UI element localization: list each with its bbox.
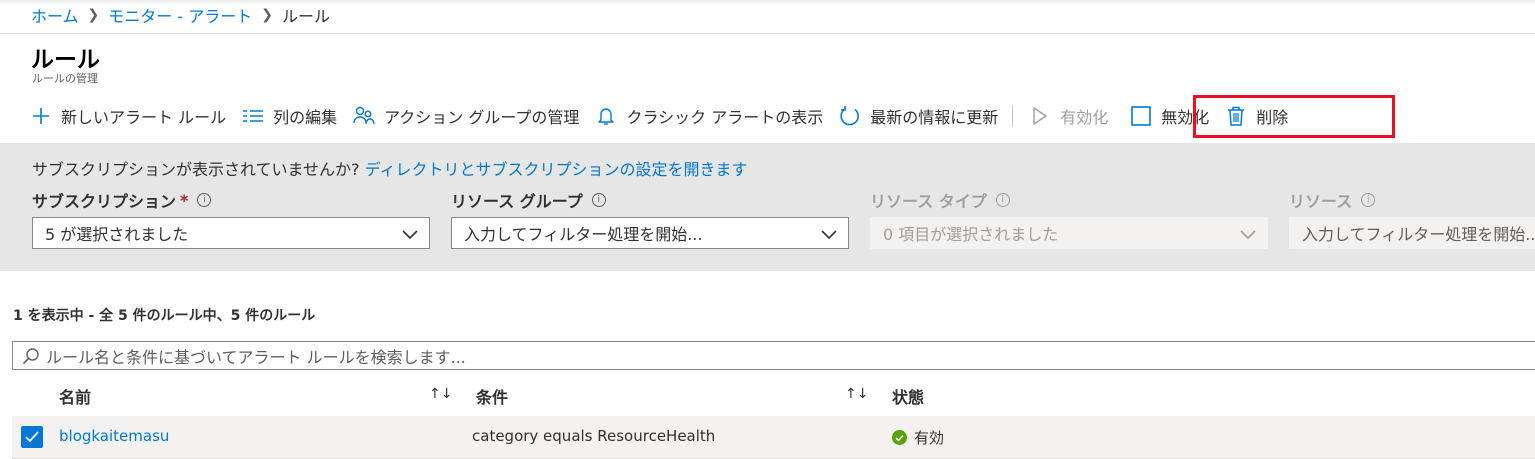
- rule-condition: category equals ResourceHealth: [472, 427, 716, 445]
- resource-group-label-text: リソース グループ: [451, 192, 583, 211]
- check-circle-icon: [892, 430, 907, 445]
- page-subtitle: ルールの管理: [32, 72, 98, 85]
- sort-icon[interactable]: ↑↓: [845, 386, 868, 402]
- resource-dropdown[interactable]: 入力してフィルター処理を開始...: [1289, 217, 1535, 249]
- directory-settings-link[interactable]: ディレクトリとサブスクリプションの設定を開きます: [365, 160, 748, 179]
- resource-group-placeholder: 入力してフィルター処理を開始...: [464, 225, 703, 244]
- breadcrumb-alerts-link[interactable]: モニター - アラート: [108, 3, 252, 27]
- info-icon[interactable]: i: [995, 193, 1010, 207]
- rule-status: 有効: [892, 427, 944, 448]
- row-checkbox[interactable]: [21, 426, 43, 448]
- column-header-condition[interactable]: 条件: [476, 384, 508, 408]
- search-placeholder: ルール名と条件に基づいてアラート ルールを検索します...: [46, 347, 466, 367]
- breadcrumb-chevron-icon: ❯: [261, 7, 273, 23]
- chevron-down-icon: [820, 226, 838, 245]
- subscription-dropdown[interactable]: 5 が選択されました: [32, 217, 430, 249]
- breadcrumb-current: ルール: [281, 7, 330, 26]
- page-title: ルール: [31, 47, 100, 73]
- command-bar: 新しいアラート ルール 列の編集 アクション グループの管理 クラシック アラー…: [22, 97, 1296, 135]
- enable-label: 有効化: [1060, 108, 1109, 127]
- refresh-icon: [839, 105, 861, 127]
- chevron-down-icon: [401, 226, 419, 245]
- people-icon: [353, 105, 375, 127]
- resource-placeholder: 入力してフィルター処理を開始...: [1302, 225, 1535, 244]
- play-icon: [1029, 105, 1051, 127]
- column-header-name[interactable]: 名前: [59, 384, 91, 408]
- breadcrumb-home-link[interactable]: ホーム: [31, 3, 79, 27]
- rule-search-input[interactable]: ルール名と条件に基づいてアラート ルールを検索します...: [12, 341, 1535, 370]
- refresh-label: 最新の情報に更新: [870, 108, 999, 127]
- breadcrumb: ホーム ❯ モニター - アラート ❯ ルール: [31, 3, 330, 27]
- resource-label-text: リソース: [1289, 192, 1353, 211]
- new-alert-rule-label: 新しいアラート ルール: [61, 108, 227, 127]
- subscription-filter-label: サブスクリプション * i: [32, 188, 212, 212]
- results-count: 1 を表示中 - 全 5 件のルール中、5 件のルール: [13, 308, 316, 324]
- subscription-notice: サブスクリプションが表示されていませんか? ディレクトリとサブスクリプションの設…: [32, 156, 748, 180]
- sort-icon[interactable]: ↑↓: [429, 386, 452, 402]
- bell-icon: [595, 105, 617, 127]
- manage-action-groups-button[interactable]: アクション グループの管理: [345, 97, 587, 135]
- edit-columns-label: 列の編集: [273, 108, 338, 127]
- toolbar-divider: [1012, 105, 1014, 127]
- rule-name-link[interactable]: blogkaitemasu: [59, 427, 169, 445]
- breadcrumb-chevron-icon: ❯: [87, 7, 100, 23]
- column-header-status[interactable]: 状態: [892, 384, 924, 408]
- resource-type-dropdown-value: 0 項目が選択されました: [883, 225, 1059, 244]
- table-row[interactable]: blogkaitemasu category equals ResourceHe…: [12, 416, 1535, 459]
- highlight-box: [1193, 95, 1395, 138]
- refresh-button[interactable]: 最新の情報に更新: [831, 97, 1006, 135]
- resource-type-filter-label: リソース タイプ i: [870, 188, 1010, 212]
- subscription-notice-text: サブスクリプションが表示されていませんか?: [32, 160, 360, 179]
- new-alert-rule-button[interactable]: 新しいアラート ルール: [22, 97, 234, 135]
- chevron-down-icon: [1239, 226, 1257, 245]
- info-icon[interactable]: i: [197, 193, 212, 207]
- rule-status-text: 有効: [914, 429, 945, 447]
- resource-type-label-text: リソース タイプ: [870, 192, 987, 211]
- checkbox-empty-icon: [1130, 105, 1152, 127]
- required-mark: *: [180, 190, 189, 210]
- resource-filter-label: リソース i: [1289, 188, 1376, 212]
- subscription-dropdown-value: 5 が選択されました: [45, 225, 189, 244]
- columns-icon: [242, 105, 264, 127]
- resource-group-dropdown[interactable]: 入力してフィルター処理を開始...: [451, 217, 849, 249]
- show-classic-alerts-button[interactable]: クラシック アラートの表示: [587, 97, 831, 135]
- info-icon[interactable]: i: [1361, 193, 1376, 207]
- enable-button[interactable]: 有効化: [1021, 97, 1116, 135]
- subscription-label-text: サブスクリプション: [32, 192, 177, 211]
- search-icon: [22, 347, 40, 365]
- resource-group-filter-label: リソース グループ i: [451, 188, 606, 212]
- show-classic-alerts-label: クラシック アラートの表示: [626, 108, 824, 127]
- info-icon[interactable]: i: [591, 193, 606, 207]
- resource-type-dropdown[interactable]: 0 項目が選択されました: [870, 217, 1268, 249]
- header-divider: [0, 33, 1535, 34]
- manage-action-groups-label: アクション グループの管理: [384, 108, 580, 127]
- filter-panel: サブスクリプションが表示されていませんか? ディレクトリとサブスクリプションの設…: [0, 143, 1535, 271]
- edit-columns-button[interactable]: 列の編集: [234, 97, 345, 135]
- plus-icon: [30, 105, 52, 127]
